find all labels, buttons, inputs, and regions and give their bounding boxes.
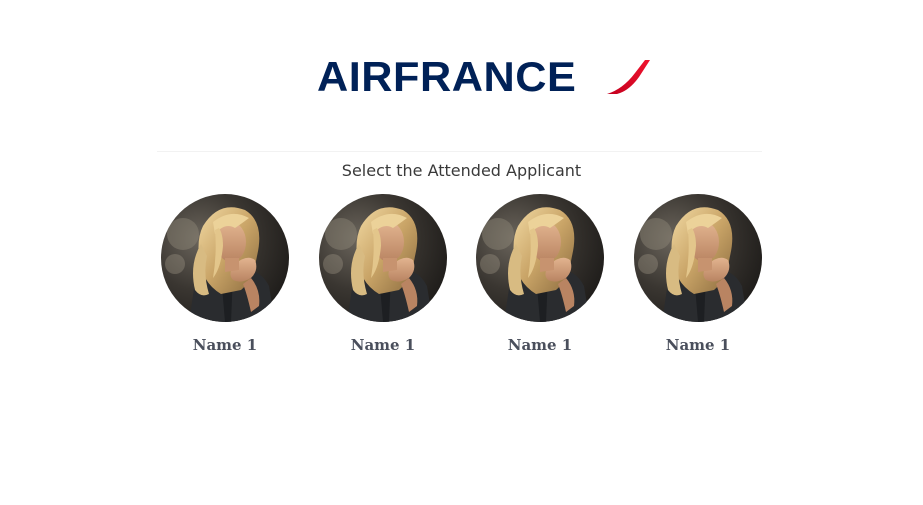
logo-wordmark: AIRFRANCE xyxy=(317,53,577,100)
applicant-list: Name 1 Name 1 Name 1 Name 1 xyxy=(0,194,923,364)
page-subtitle: Select the Attended Applicant xyxy=(341,161,582,180)
applicant-name: Name 1 xyxy=(192,336,258,354)
applicant-photo[interactable] xyxy=(476,194,604,322)
applicant-card[interactable]: Name 1 xyxy=(634,194,762,359)
swoosh-icon xyxy=(607,60,650,94)
applicant-card[interactable]: Name 1 xyxy=(161,194,289,359)
page: AIRFRANCE Select the Attended Applicant … xyxy=(0,0,923,505)
applicant-photo[interactable] xyxy=(161,194,289,322)
applicant-name: Name 1 xyxy=(350,336,416,354)
applicant-name: Name 1 xyxy=(507,336,573,354)
applicant-card[interactable]: Name 1 xyxy=(319,194,447,359)
applicant-photo[interactable] xyxy=(319,194,447,322)
header-divider xyxy=(157,151,762,152)
applicant-name: Name 1 xyxy=(665,336,731,354)
applicant-card[interactable]: Name 1 xyxy=(476,194,604,359)
applicant-photo[interactable] xyxy=(634,194,762,322)
airfrance-logo: AIRFRANCE xyxy=(317,56,651,98)
